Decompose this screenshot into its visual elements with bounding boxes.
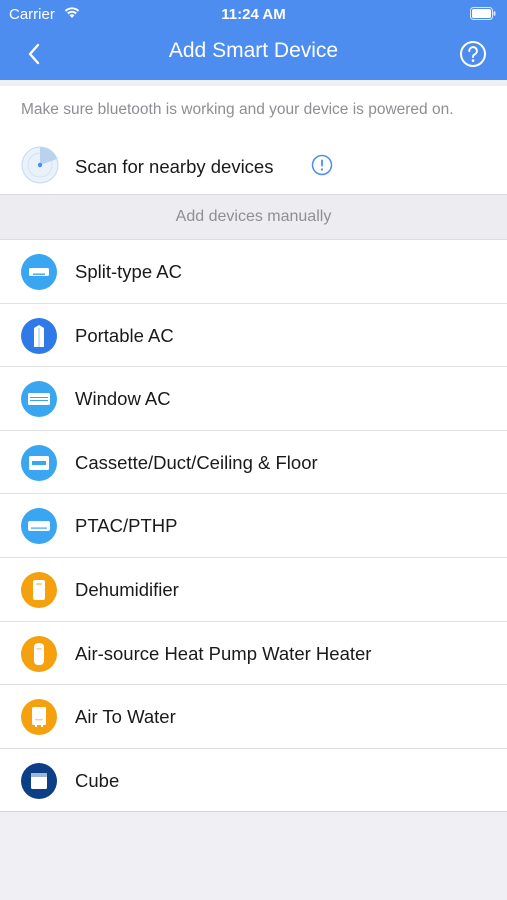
device-label: Air To Water <box>75 706 176 728</box>
device-row-dehumidifier[interactable]: Dehumidifier <box>0 558 507 622</box>
device-row-cassette-ac[interactable]: Cassette/Duct/Ceiling & Floor <box>0 431 507 495</box>
device-label: Cassette/Duct/Ceiling & Floor <box>75 451 318 473</box>
split-ac-icon <box>21 254 57 290</box>
manual-section-header: Add devices manually <box>0 194 507 240</box>
bluetooth-hint: Make sure bluetooth is working and your … <box>21 101 454 118</box>
device-label: PTAC/PTHP <box>75 515 178 537</box>
device-row-portable-ac[interactable]: Portable AC <box>0 304 507 368</box>
device-label: Window AC <box>75 388 171 410</box>
nav-bar: Add Smart Device <box>0 28 507 80</box>
scan-nearby-row[interactable]: Scan for nearby devices <box>0 146 507 186</box>
device-row-water-heater[interactable]: Air-source Heat Pump Water Heater <box>0 622 507 686</box>
device-label: Cube <box>75 769 120 791</box>
page-title: Add Smart Device <box>168 39 339 62</box>
question-circle-icon <box>460 41 486 67</box>
device-label: Dehumidifier <box>75 578 179 600</box>
cube-icon <box>21 762 57 799</box>
scan-label: Scan for nearby devices <box>75 156 274 177</box>
scan-card: Make sure bluetooth is working and your … <box>0 86 507 194</box>
ptac-icon <box>21 508 57 545</box>
device-label: Split-type AC <box>75 261 182 282</box>
device-row-window-ac[interactable]: Window AC <box>0 367 507 431</box>
status-bar: Carrier 11:24 AM <box>0 0 507 28</box>
device-row-split-ac[interactable]: Split-type AC <box>0 240 507 304</box>
device-label: Portable AC <box>75 324 174 346</box>
water-heater-icon <box>21 635 57 672</box>
portable-ac-icon <box>21 317 57 354</box>
air-to-water-icon <box>21 699 57 736</box>
help-button[interactable] <box>457 38 489 70</box>
device-label: Air-source Heat Pump Water Heater <box>75 642 372 664</box>
radar-icon <box>21 146 59 184</box>
cassette-ac-icon <box>21 444 57 481</box>
device-row-air-to-water[interactable]: Air To Water <box>0 685 507 749</box>
dehumidifier-icon <box>21 571 57 608</box>
window-ac-icon <box>21 381 57 418</box>
device-list: Split-type AC Portable AC Window AC Cass… <box>0 240 507 813</box>
device-row-ptac[interactable]: PTAC/PTHP <box>0 494 507 558</box>
info-circle-icon[interactable] <box>311 154 333 176</box>
battery-icon <box>470 7 496 20</box>
top-bar: Carrier 11:24 AM Add Smart Device <box>0 0 507 80</box>
status-time: 11:24 AM <box>221 6 286 23</box>
device-row-cube[interactable]: Cube <box>0 749 507 813</box>
